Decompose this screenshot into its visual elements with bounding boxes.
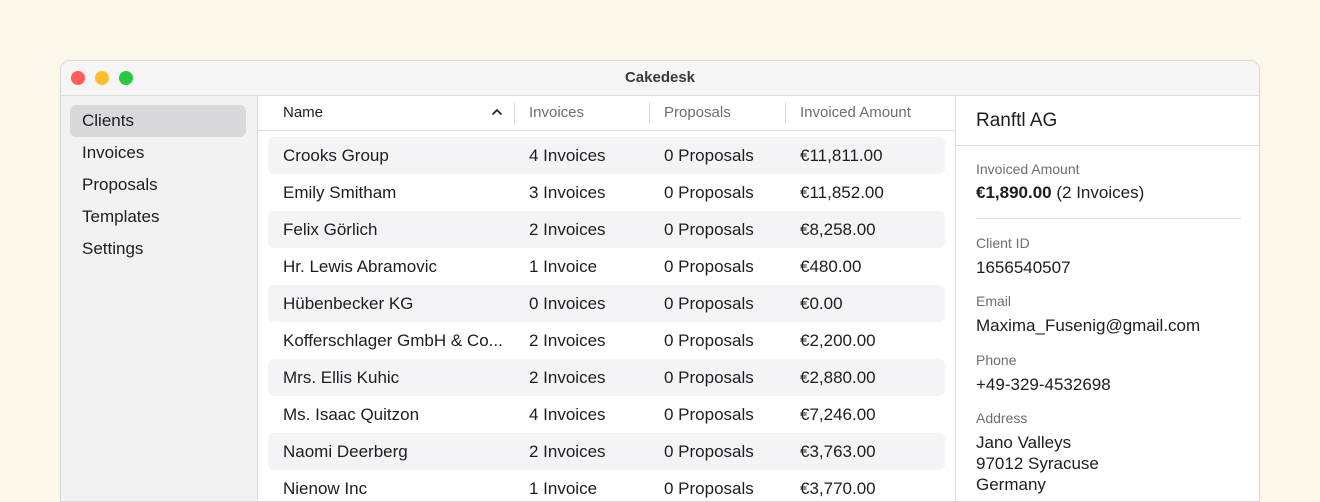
sidebar-item-settings[interactable]: Settings	[70, 233, 246, 265]
table-row[interactable]: Mrs. Ellis Kuhic 2 Invoices 0 Proposals …	[268, 359, 945, 396]
sidebar-item-clients[interactable]: Clients	[70, 105, 246, 137]
cell-invoiced-amount: €2,200.00	[800, 331, 876, 350]
cell-invoices: 1 Invoice	[529, 257, 598, 276]
cell-proposals: 0 Proposals	[664, 442, 754, 461]
cell-name: Crooks Group	[283, 146, 389, 165]
title-bar: Cakedesk	[61, 61, 1259, 96]
cell-proposals: 0 Proposals	[664, 257, 754, 276]
cell-invoiced-amount: €3,763.00	[800, 442, 876, 461]
cell-invoices: 4 Invoices	[529, 405, 606, 424]
cell-name: Hr. Lewis Abramovic	[283, 257, 437, 276]
cell-invoices: 2 Invoices	[529, 220, 606, 239]
client-id-label: Client ID	[976, 235, 1030, 251]
cell-invoiced-amount: €8,258.00	[800, 220, 876, 239]
cell-name: Emily Smitham	[283, 183, 397, 202]
email-value[interactable]: Maxima_Fusenig@gmail.com	[976, 315, 1200, 336]
divider	[956, 145, 1259, 146]
column-header-name[interactable]: Name	[283, 96, 483, 130]
email-label: Email	[976, 293, 1012, 309]
table-header: Name Invoices Proposals Invoiced Amount	[258, 96, 955, 131]
address-line-1: Jano Valleys	[976, 433, 1072, 452]
cell-proposals: 0 Proposals	[664, 368, 754, 387]
client-detail-panel: Ranftl AG Invoiced Amount €1,890.00 (2 I…	[955, 96, 1259, 501]
divider	[976, 218, 1241, 219]
cell-invoices: 1 Invoice	[529, 479, 598, 498]
cell-invoiced-amount: €3,770.00	[800, 479, 876, 498]
cell-name: Nienow Inc	[283, 479, 368, 498]
invoiced-amount-label: Invoiced Amount	[976, 161, 1080, 177]
window-title: Cakedesk	[624, 69, 696, 86]
cell-invoices: 4 Invoices	[529, 146, 606, 165]
cell-name: Ms. Isaac Quitzon	[283, 405, 420, 424]
cell-invoiced-amount: €11,852.00	[800, 183, 884, 202]
table-row[interactable]: Ms. Isaac Quitzon 4 Invoices 0 Proposals…	[268, 396, 945, 433]
sidebar: Clients Invoices Proposals Templates Set…	[61, 96, 258, 501]
cell-name: Kofferschlager GmbH & Co...	[283, 331, 503, 350]
table-row[interactable]: Hr. Lewis Abramovic 1 Invoice 0 Proposal…	[268, 248, 945, 285]
chevron-up-icon[interactable]	[490, 105, 504, 119]
address-line-3: Germany	[976, 475, 1046, 494]
app-window: Cakedesk Clients Invoices Proposals Temp…	[60, 60, 1260, 502]
table-row[interactable]: Emily Smitham 3 Invoices 0 Proposals €11…	[268, 174, 945, 211]
cell-invoices: 2 Invoices	[529, 368, 606, 387]
column-separator[interactable]	[649, 102, 650, 124]
table-row[interactable]: Felix Görlich 2 Invoices 0 Proposals €8,…	[268, 211, 945, 248]
sidebar-item-proposals[interactable]: Proposals	[70, 169, 246, 201]
cell-proposals: 0 Proposals	[664, 183, 754, 202]
table-row[interactable]: Kofferschlager GmbH & Co... 2 Invoices 0…	[268, 322, 945, 359]
table-body: Crooks Group 4 Invoices 0 Proposals €11,…	[268, 137, 945, 501]
cell-name: Naomi Deerberg	[283, 442, 408, 461]
cell-proposals: 0 Proposals	[664, 220, 754, 239]
cell-invoices: 2 Invoices	[529, 442, 606, 461]
cell-invoiced-amount: €7,246.00	[800, 405, 876, 424]
invoiced-amount-count: (2 Invoices)	[1051, 183, 1145, 202]
client-id-value: 1656540507	[976, 258, 1071, 277]
client-name-title: Ranftl AG	[976, 110, 1058, 131]
cell-name: Hübenbecker KG	[283, 294, 414, 313]
table-row[interactable]: Naomi Deerberg 2 Invoices 0 Proposals €3…	[268, 433, 945, 470]
sidebar-item-templates[interactable]: Templates	[70, 201, 246, 233]
sidebar-item-invoices[interactable]: Invoices	[70, 137, 246, 169]
cell-invoiced-amount: €2,880.00	[800, 368, 876, 387]
column-header-invoices[interactable]: Invoices	[529, 96, 649, 130]
cell-proposals: 0 Proposals	[664, 294, 754, 313]
invoiced-amount-total: €1,890.00	[976, 183, 1052, 202]
column-header-invoiced-amount[interactable]: Invoiced Amount	[800, 96, 950, 130]
clients-table: Name Invoices Proposals Invoiced Amount …	[258, 96, 955, 501]
cell-proposals: 0 Proposals	[664, 146, 754, 165]
cell-proposals: 0 Proposals	[664, 331, 754, 350]
cell-proposals: 0 Proposals	[664, 405, 754, 424]
table-row[interactable]: Crooks Group 4 Invoices 0 Proposals €11,…	[268, 137, 945, 174]
column-separator[interactable]	[785, 102, 786, 124]
cell-name: Felix Görlich	[283, 220, 378, 239]
table-row[interactable]: Hübenbecker KG 0 Invoices 0 Proposals €0…	[268, 285, 945, 322]
address-line-2: 97012 Syracuse	[976, 454, 1099, 473]
cell-proposals: 0 Proposals	[664, 479, 754, 498]
table-row[interactable]: Nienow Inc 1 Invoice 0 Proposals €3,770.…	[268, 470, 945, 501]
cell-invoices: 3 Invoices	[529, 183, 606, 202]
phone-label: Phone	[976, 352, 1017, 368]
column-separator[interactable]	[514, 102, 515, 124]
phone-value[interactable]: +49-329-4532698	[976, 374, 1111, 395]
invoiced-amount-value: €1,890.00 (2 Invoices)	[976, 182, 1144, 203]
cell-name: Mrs. Ellis Kuhic	[283, 368, 400, 387]
cell-invoices: 0 Invoices	[529, 294, 606, 313]
column-header-proposals[interactable]: Proposals	[664, 96, 784, 130]
cell-invoiced-amount: €0.00	[800, 294, 843, 313]
address-label: Address	[976, 410, 1028, 426]
cell-invoiced-amount: €11,811.00	[800, 146, 883, 165]
cell-invoices: 2 Invoices	[529, 331, 606, 350]
cell-invoiced-amount: €480.00	[800, 257, 862, 276]
